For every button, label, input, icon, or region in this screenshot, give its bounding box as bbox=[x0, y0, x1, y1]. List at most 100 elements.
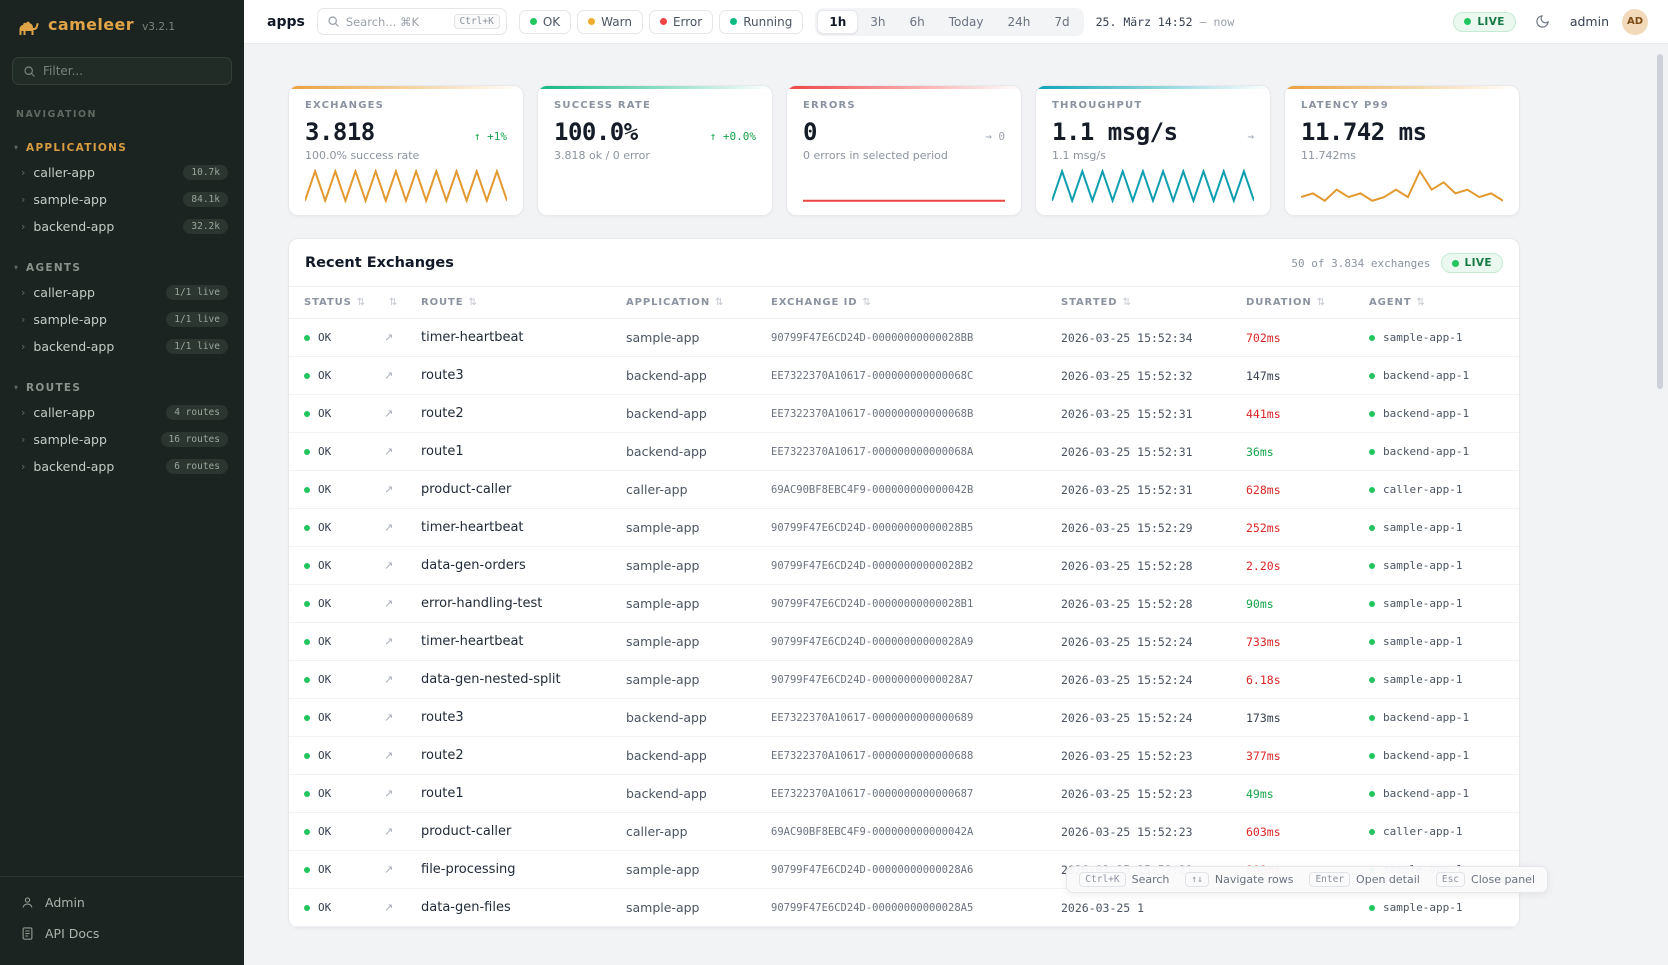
column-header[interactable]: STATUS ⇅ bbox=[304, 297, 384, 308]
open-exchange-icon[interactable]: ↗ bbox=[384, 901, 421, 914]
stat-accent-bar bbox=[787, 86, 1021, 89]
status-filter-chip[interactable]: Warn bbox=[577, 10, 643, 34]
hint-item: Enter Open detail bbox=[1309, 872, 1419, 887]
sidebar-item-admin[interactable]: Admin bbox=[0, 887, 244, 918]
table-row[interactable]: OK ↗ route3 backend-app EE7322370A10617-… bbox=[289, 357, 1519, 395]
column-header[interactable]: STARTED ⇅ bbox=[1061, 297, 1246, 308]
table-row[interactable]: OK ↗ error-handling-test sample-app 9079… bbox=[289, 585, 1519, 623]
status-label: OK bbox=[318, 749, 331, 762]
status-dot bbox=[660, 18, 667, 25]
user-icon bbox=[20, 895, 35, 910]
nav-section-header[interactable]: ▾ AGENTS bbox=[0, 259, 244, 279]
column-header[interactable]: ⇅ bbox=[384, 297, 421, 308]
status-filter-chip[interactable]: OK bbox=[519, 10, 571, 34]
chevron-right-icon: › bbox=[21, 461, 25, 472]
status-label: OK bbox=[318, 901, 331, 914]
sidebar-item[interactable]: › sample-app 1/1 live bbox=[0, 306, 244, 333]
table-row[interactable]: OK ↗ timer-heartbeat sample-app 90799F47… bbox=[289, 623, 1519, 661]
date-range[interactable]: 25. März 14:52 — now bbox=[1096, 15, 1235, 29]
status-cell: OK bbox=[304, 711, 384, 724]
scrollbar[interactable] bbox=[1657, 54, 1663, 389]
table-row[interactable]: OK ↗ route2 backend-app EE7322370A10617-… bbox=[289, 737, 1519, 775]
time-range-button[interactable]: 6h bbox=[898, 10, 937, 34]
stat-card: SUCCESS RATE 100.0% ↑ +0.0% 3.818 ok / 0… bbox=[537, 85, 773, 216]
exchange-id: 90799F47E6CD24D-00000000000028A9 bbox=[771, 636, 1061, 648]
table-row[interactable]: OK ↗ timer-heartbeat sample-app 90799F47… bbox=[289, 509, 1519, 547]
global-search-box[interactable]: Ctrl+K bbox=[317, 8, 507, 35]
open-exchange-icon[interactable]: ↗ bbox=[384, 825, 421, 838]
open-exchange-icon[interactable]: ↗ bbox=[384, 673, 421, 686]
date-range-start: 25. März 14:52 bbox=[1096, 15, 1193, 29]
agent-live-dot bbox=[1369, 677, 1375, 683]
search-input[interactable] bbox=[346, 15, 448, 29]
open-exchange-icon[interactable]: ↗ bbox=[384, 331, 421, 344]
table-row[interactable]: OK ↗ timer-heartbeat sample-app 90799F47… bbox=[289, 319, 1519, 357]
sidebar-footer: Admin API Docs bbox=[0, 876, 244, 965]
time-range-button[interactable]: 3h bbox=[858, 10, 897, 34]
open-exchange-icon[interactable]: ↗ bbox=[384, 483, 421, 496]
table-row[interactable]: OK ↗ route1 backend-app EE7322370A10617-… bbox=[289, 433, 1519, 471]
live-dot bbox=[1452, 260, 1459, 267]
agent-name: backend-app-1 bbox=[1383, 407, 1469, 420]
sidebar-item[interactable]: › caller-app 4 routes bbox=[0, 399, 244, 426]
sidebar-item[interactable]: › backend-app 32.2k bbox=[0, 213, 244, 240]
column-header[interactable]: APPLICATION ⇅ bbox=[626, 297, 771, 308]
application-name: sample-app bbox=[626, 558, 771, 573]
open-exchange-icon[interactable]: ↗ bbox=[384, 445, 421, 458]
filter-input[interactable] bbox=[43, 64, 221, 78]
sidebar-item[interactable]: › sample-app 16 routes bbox=[0, 426, 244, 453]
application-name: sample-app bbox=[626, 596, 771, 611]
open-exchange-icon[interactable]: ↗ bbox=[384, 749, 421, 762]
application-name: backend-app bbox=[626, 748, 771, 763]
time-range-button[interactable]: 1h bbox=[817, 10, 858, 34]
column-header[interactable]: DURATION ⇅ bbox=[1246, 297, 1369, 308]
column-header[interactable]: EXCHANGE ID ⇅ bbox=[771, 297, 1061, 308]
nav-section-header[interactable]: ▾ ROUTES bbox=[0, 379, 244, 399]
document-icon bbox=[20, 926, 35, 941]
open-exchange-icon[interactable]: ↗ bbox=[384, 787, 421, 800]
sidebar-item[interactable]: › backend-app 6 routes bbox=[0, 453, 244, 480]
status-filter-chip[interactable]: Running bbox=[719, 10, 803, 34]
table-row[interactable]: OK ↗ product-caller caller-app 69AC90BF8… bbox=[289, 471, 1519, 509]
nav-section-header[interactable]: ▾ APPLICATIONS bbox=[0, 139, 244, 159]
sidebar-filter-box[interactable] bbox=[12, 57, 232, 85]
table-row[interactable]: OK ↗ data-gen-nested-split sample-app 90… bbox=[289, 661, 1519, 699]
time-range-button[interactable]: 7d bbox=[1042, 10, 1081, 34]
time-range-button[interactable]: Today bbox=[937, 10, 996, 34]
sidebar-item[interactable]: › caller-app 1/1 live bbox=[0, 279, 244, 306]
sidebar-item[interactable]: › caller-app 10.7k bbox=[0, 159, 244, 186]
sidebar-item[interactable]: › sample-app 84.1k bbox=[0, 186, 244, 213]
open-exchange-icon[interactable]: ↗ bbox=[384, 559, 421, 572]
open-exchange-icon[interactable]: ↗ bbox=[384, 635, 421, 648]
route-name: route1 bbox=[421, 786, 626, 801]
started-timestamp: 2026-03-25 1 bbox=[1061, 901, 1246, 915]
column-header[interactable]: ROUTE ⇅ bbox=[421, 297, 626, 308]
status-filter-chip[interactable]: Error bbox=[649, 10, 713, 34]
open-exchange-icon[interactable]: ↗ bbox=[384, 521, 421, 534]
table-row[interactable]: OK ↗ data-gen-orders sample-app 90799F47… bbox=[289, 547, 1519, 585]
open-exchange-icon[interactable]: ↗ bbox=[384, 711, 421, 724]
theme-toggle-button[interactable] bbox=[1529, 8, 1557, 36]
status-cell: OK bbox=[304, 521, 384, 534]
table-row[interactable]: OK ↗ route3 backend-app EE7322370A10617-… bbox=[289, 699, 1519, 737]
open-exchange-icon[interactable]: ↗ bbox=[384, 863, 421, 876]
time-range-button[interactable]: 24h bbox=[995, 10, 1042, 34]
table-row[interactable]: OK ↗ product-caller caller-app 69AC90BF8… bbox=[289, 813, 1519, 851]
status-label: OK bbox=[318, 635, 331, 648]
open-exchange-icon[interactable]: ↗ bbox=[384, 407, 421, 420]
footer-item-label: API Docs bbox=[45, 926, 99, 941]
column-header[interactable]: AGENT ⇅ bbox=[1369, 297, 1519, 308]
agent-live-dot bbox=[1369, 563, 1375, 569]
table-row[interactable]: OK ↗ route1 backend-app EE7322370A10617-… bbox=[289, 775, 1519, 813]
table-row[interactable]: OK ↗ route2 backend-app EE7322370A10617-… bbox=[289, 395, 1519, 433]
avatar[interactable]: AD bbox=[1622, 9, 1648, 35]
caret-down-icon: ▾ bbox=[14, 384, 18, 392]
table-row[interactable]: OK ↗ data-gen-files sample-app 90799F47E… bbox=[289, 889, 1519, 927]
sidebar-item[interactable]: › backend-app 1/1 live bbox=[0, 333, 244, 360]
open-exchange-icon[interactable]: ↗ bbox=[384, 369, 421, 382]
chevron-right-icon: › bbox=[21, 194, 25, 205]
status-cell: OK bbox=[304, 863, 384, 876]
sidebar-item-api-docs[interactable]: API Docs bbox=[0, 918, 244, 949]
stat-label: ERRORS bbox=[803, 100, 1005, 111]
open-exchange-icon[interactable]: ↗ bbox=[384, 597, 421, 610]
